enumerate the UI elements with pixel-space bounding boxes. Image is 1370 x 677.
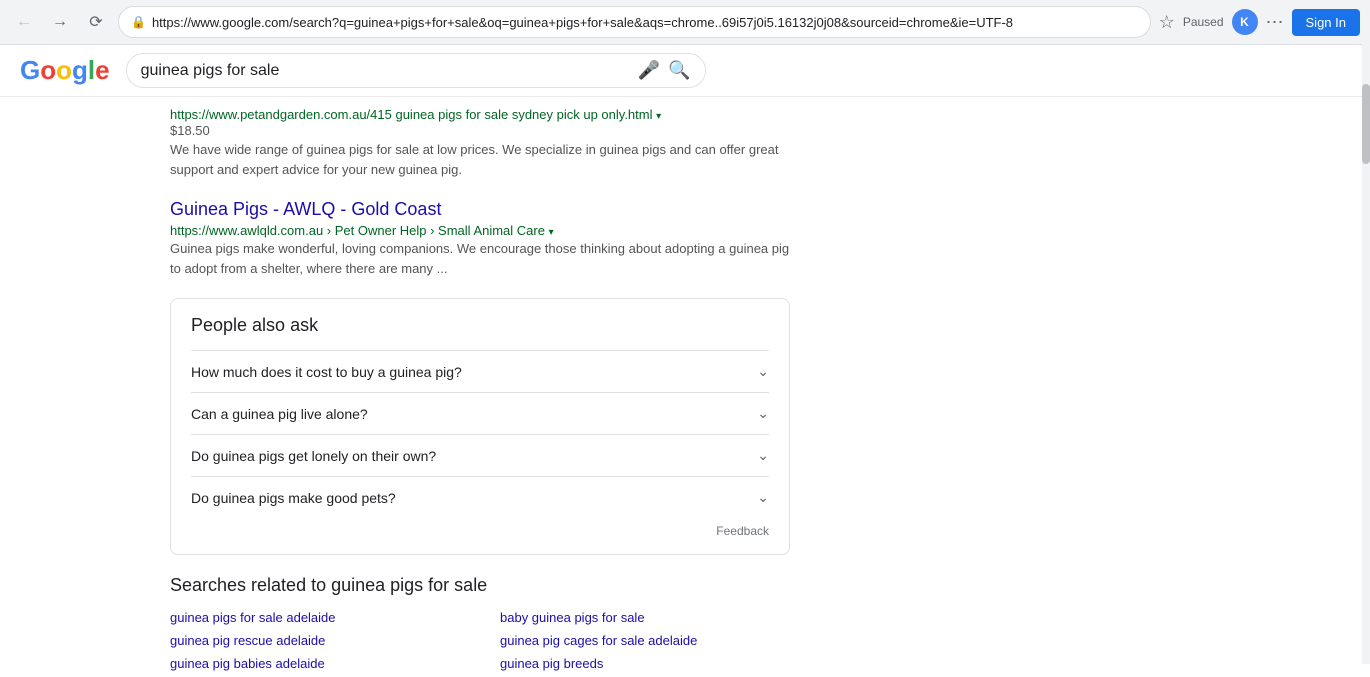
user-avatar[interactable]: K (1232, 9, 1258, 35)
result1-snippet: We have wide range of guinea pigs for sa… (170, 140, 790, 179)
search-result-2: Guinea Pigs - AWLQ - Gold Coast https://… (170, 199, 790, 278)
google-header: Google 🎤 🔍 (0, 45, 1370, 97)
result2-snippet: Guinea pigs make wonderful, loving compa… (170, 239, 790, 278)
url-dropdown-1[interactable]: ▾ (656, 111, 661, 122)
paused-button[interactable]: Paused (1183, 15, 1224, 29)
related-searches-grid: guinea pigs for sale adelaide baby guine… (170, 610, 770, 677)
browser-chrome: ← → ⟳ 🔒 https://www.google.com/search?q=… (0, 0, 1370, 45)
paa-item-2[interactable]: Can a guinea pig live alone? ⌄ (191, 392, 769, 434)
results-area: https://www.petandgarden.com.au/415 guin… (0, 97, 790, 677)
paa-chevron-1: ⌄ (757, 363, 769, 380)
related-searches-section: Searches related to guinea pigs for sale… (170, 575, 790, 677)
scrollbar-thumb[interactable] (1362, 84, 1370, 164)
forward-button[interactable]: → (46, 8, 74, 36)
paused-label: Paused (1183, 15, 1224, 29)
scrollbar[interactable] (1362, 44, 1370, 664)
related-link-4[interactable]: guinea pig cages for sale adelaide (500, 633, 770, 648)
url-display: https://www.google.com/search?q=guinea+p… (152, 15, 1138, 30)
paa-question-2: Can a guinea pig live alone? (191, 406, 368, 422)
logo-g2: g (72, 55, 88, 85)
search-box[interactable]: 🎤 🔍 (126, 53, 706, 88)
paa-question-3: Do guinea pigs get lonely on their own? (191, 448, 436, 464)
lock-icon: 🔒 (131, 15, 146, 29)
paa-item-1[interactable]: How much does it cost to buy a guinea pi… (191, 350, 769, 392)
bookmark-button[interactable]: ☆ (1159, 12, 1175, 33)
search-button[interactable]: 🔍 (668, 60, 690, 81)
browser-toolbar: ← → ⟳ 🔒 https://www.google.com/search?q=… (0, 0, 1370, 44)
google-logo[interactable]: Google (20, 55, 110, 86)
result1-price: $18.50 (170, 123, 790, 138)
address-bar[interactable]: 🔒 https://www.google.com/search?q=guinea… (118, 6, 1151, 38)
apps-button[interactable]: ⋯ (1266, 12, 1284, 33)
paa-chevron-4: ⌄ (757, 489, 769, 506)
url-dropdown-2[interactable]: ▾ (549, 227, 554, 238)
result1-url: https://www.petandgarden.com.au/415 guin… (170, 107, 790, 122)
paa-title: People also ask (191, 315, 769, 336)
search-result-1: https://www.petandgarden.com.au/415 guin… (170, 107, 790, 179)
people-also-ask-box: People also ask How much does it cost to… (170, 298, 790, 555)
result2-url: https://www.awlqld.com.au › Pet Owner He… (170, 223, 790, 238)
paa-feedback[interactable]: Feedback (191, 524, 769, 538)
search-input[interactable] (141, 62, 630, 80)
related-link-2[interactable]: baby guinea pigs for sale (500, 610, 770, 625)
related-searches-title: Searches related to guinea pigs for sale (170, 575, 790, 596)
paa-chevron-3: ⌄ (757, 447, 769, 464)
paa-item-4[interactable]: Do guinea pigs make good pets? ⌄ (191, 476, 769, 518)
refresh-button[interactable]: ⟳ (82, 8, 110, 36)
logo-o1: o (40, 55, 56, 85)
related-link-1[interactable]: guinea pigs for sale adelaide (170, 610, 440, 625)
paa-chevron-2: ⌄ (757, 405, 769, 422)
paa-question-4: Do guinea pigs make good pets? (191, 490, 396, 506)
main-content: https://www.petandgarden.com.au/415 guin… (0, 97, 1370, 677)
result2-title[interactable]: Guinea Pigs - AWLQ - Gold Coast (170, 199, 790, 220)
paa-question-1: How much does it cost to buy a guinea pi… (191, 364, 462, 380)
logo-e: e (95, 55, 109, 85)
back-button[interactable]: ← (10, 8, 38, 36)
logo-g: G (20, 55, 40, 85)
signin-button[interactable]: Sign In (1292, 9, 1360, 36)
paa-item-3[interactable]: Do guinea pigs get lonely on their own? … (191, 434, 769, 476)
microphone-icon[interactable]: 🎤 (638, 60, 660, 81)
related-link-3[interactable]: guinea pig rescue adelaide (170, 633, 440, 648)
toolbar-right: ☆ Paused K ⋯ Sign In (1159, 9, 1360, 36)
logo-o2: o (56, 55, 72, 85)
